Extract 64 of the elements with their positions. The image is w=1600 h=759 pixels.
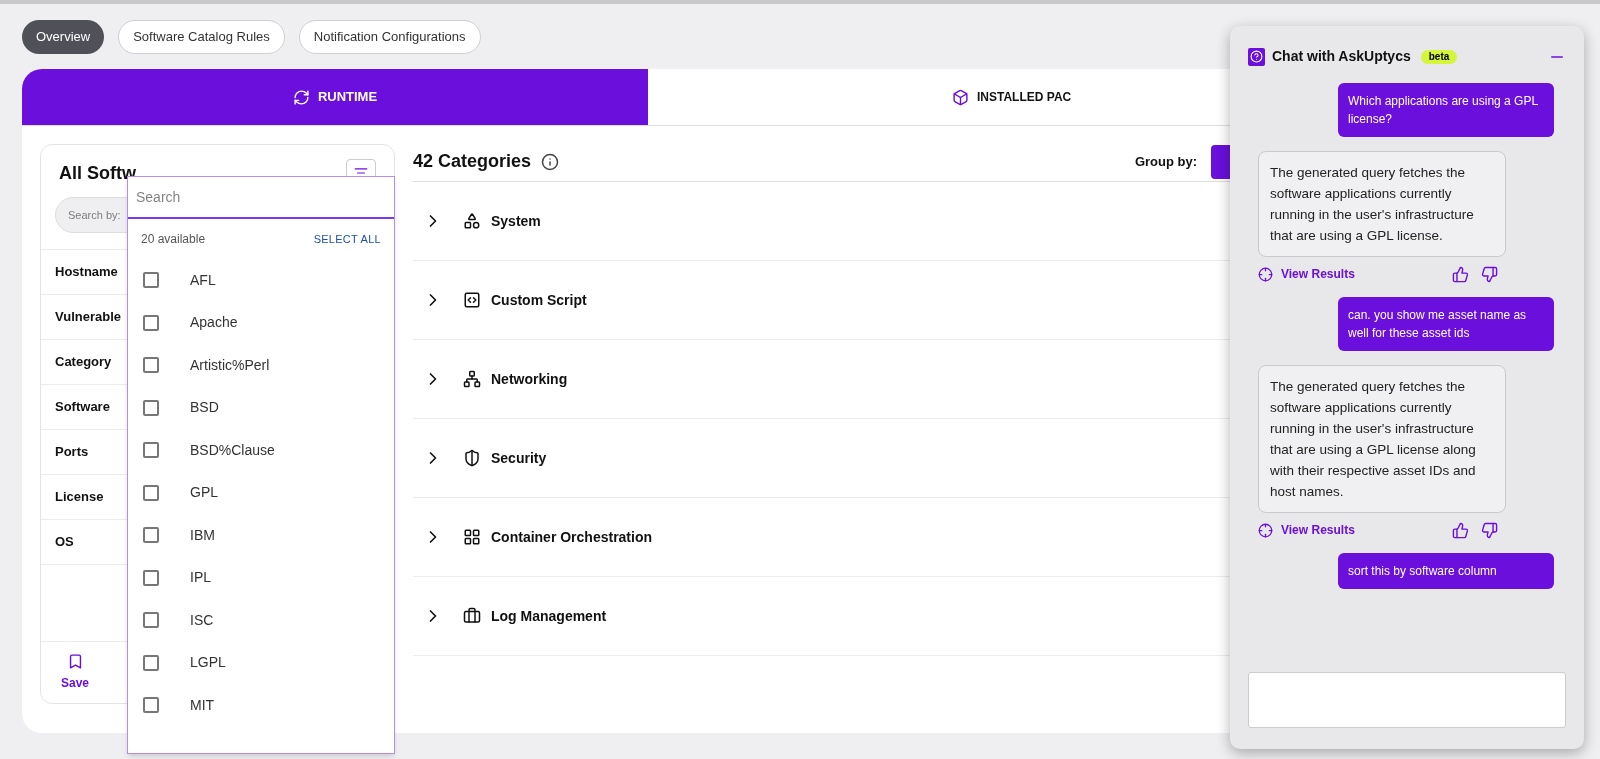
checkbox[interactable] (143, 697, 159, 714)
checkbox[interactable] (143, 357, 159, 374)
bot-message: The generated query fetches the software applications currently running in the user's infrastructure that are using a GPL license. (1258, 151, 1506, 257)
view-tab[interactable]: RUNTIME (22, 69, 648, 125)
option-label: AFL (190, 270, 216, 290)
select-all-link[interactable]: SELECT ALL (313, 230, 381, 248)
crosshair-icon (1258, 522, 1273, 538)
nav-tab[interactable]: Overview (22, 20, 105, 54)
user-message: Which applications are using a GPL license? (1338, 83, 1554, 137)
network-icon (463, 370, 481, 388)
search-field[interactable]: Search (128, 177, 394, 219)
briefcase-icon (463, 607, 481, 625)
user-message: can. you show me asset name as well for these asset ids (1338, 297, 1554, 351)
category-label: Container Orchestration (491, 527, 653, 547)
category-label: Security (491, 448, 547, 468)
checkbox[interactable] (143, 612, 159, 629)
option-label: BSD%Clause (190, 440, 275, 460)
beta-badge: beta (1420, 49, 1458, 64)
option-label: ISC (190, 610, 214, 630)
shapes-icon (463, 212, 481, 230)
group-by-label: Group by: (1134, 152, 1197, 171)
thumbs-up-icon[interactable] (1452, 265, 1469, 283)
thumbs-down-icon[interactable] (1481, 521, 1498, 539)
refresh-icon (292, 88, 310, 106)
thumbs-down-icon[interactable] (1481, 265, 1498, 283)
checkbox[interactable] (143, 527, 159, 544)
category-label: System (491, 211, 541, 231)
info-icon[interactable] (541, 152, 560, 171)
checkbox[interactable] (143, 569, 159, 586)
cube-icon (952, 88, 969, 106)
nav-tab[interactable]: Notification Configurations (298, 20, 481, 54)
option-label: MIT (190, 695, 215, 715)
option-label: BSD (190, 398, 219, 418)
grid-icon (463, 528, 481, 546)
thumbs-up-icon[interactable] (1452, 521, 1469, 539)
checkbox[interactable] (143, 654, 159, 671)
category-label: Networking (491, 369, 568, 389)
view-results-link[interactable]: View Results (1258, 265, 1355, 283)
option-label: IPL (190, 568, 211, 588)
categories-title: 42 Categories (413, 150, 532, 173)
option-label: IBM (190, 525, 215, 545)
checkbox[interactable] (143, 399, 159, 416)
checkbox[interactable] (143, 484, 159, 501)
option-label: LGPL (190, 653, 226, 673)
nav-tab[interactable]: Software Catalog Rules (118, 20, 285, 54)
chat-input[interactable] (1248, 672, 1566, 728)
view-results-link[interactable]: View Results (1258, 521, 1355, 539)
help-icon (1248, 47, 1265, 66)
code-icon (463, 291, 481, 309)
bot-message: The generated query fetches the software applications currently running in the user's infrastructure that are using a GPL license along with their respective asset IDs and host names. (1258, 365, 1506, 513)
option-label: Apache (190, 313, 238, 333)
category-label: Custom Script (491, 290, 587, 310)
shield-icon (463, 449, 481, 467)
user-message: sort this by software column (1338, 553, 1554, 589)
option-label: Artistic%Perl (190, 355, 270, 375)
checkbox[interactable] (143, 272, 159, 289)
chat-title: Chat with AskUptycs (1272, 47, 1411, 66)
available-count: 20 available (141, 231, 206, 248)
category-label: Log Management (491, 606, 607, 626)
checkbox[interactable] (143, 442, 159, 459)
checkbox[interactable] (143, 314, 159, 331)
save-button[interactable]: Save (61, 653, 90, 692)
crosshair-icon (1258, 266, 1273, 282)
option-label: GPL (190, 483, 218, 503)
